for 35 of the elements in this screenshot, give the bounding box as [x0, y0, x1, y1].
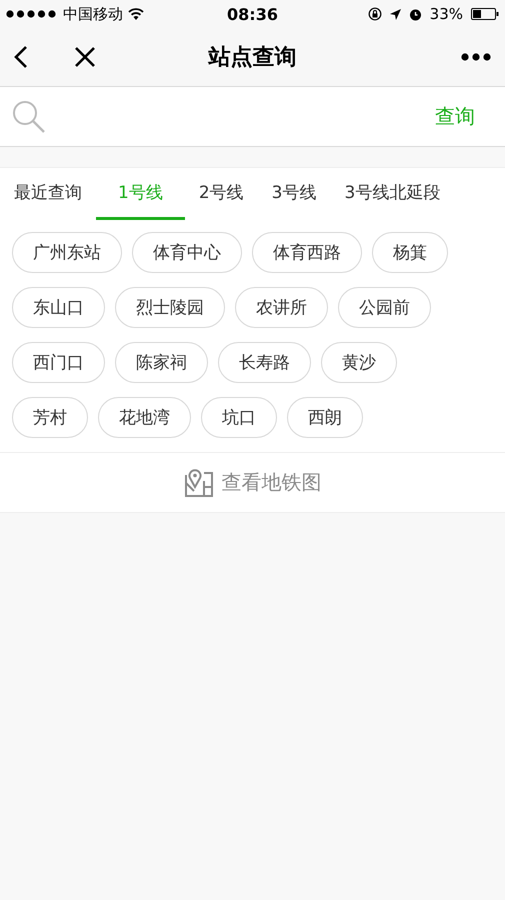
station-chip[interactable]: 广州东站: [12, 232, 122, 273]
station-chip[interactable]: 黄沙: [321, 342, 397, 383]
more-icon: [461, 53, 491, 61]
location-arrow-icon: [390, 8, 401, 20]
wifi-icon: [128, 8, 144, 20]
station-chip[interactable]: 西门口: [12, 342, 105, 383]
line-tab[interactable]: 2号线: [184, 168, 258, 220]
clock-time: 08:36: [227, 4, 278, 24]
line-tab[interactable]: 3号线: [258, 168, 330, 220]
line-tab[interactable]: 3号线北延段: [330, 168, 454, 220]
station-chip[interactable]: 公园前: [338, 287, 431, 328]
chevron-left-icon: [14, 45, 28, 69]
page-title: 站点查询: [208, 44, 296, 72]
station-chip[interactable]: 农讲所: [235, 287, 328, 328]
station-chip[interactable]: 东山口: [12, 287, 105, 328]
station-chip[interactable]: 体育中心: [132, 232, 242, 273]
search-icon: [12, 100, 46, 134]
battery-icon: [471, 8, 499, 20]
map-pin-icon: [184, 468, 214, 496]
station-chip[interactable]: 坑口: [201, 397, 277, 438]
rotation-lock-icon: [368, 7, 382, 21]
station-chip[interactable]: 杨箕: [372, 232, 448, 273]
close-icon: [74, 46, 96, 68]
station-chip[interactable]: 长寿路: [218, 342, 311, 383]
station-chip[interactable]: 西朗: [287, 397, 363, 438]
station-chip[interactable]: 芳村: [12, 397, 88, 438]
line-tab[interactable]: 最近查询: [0, 168, 96, 220]
station-chip[interactable]: 烈士陵园: [115, 287, 225, 328]
battery-percent: 33%: [430, 5, 463, 23]
carrier-name: 中国移动: [63, 4, 123, 24]
alarm-clock-icon: [408, 8, 422, 20]
signal-icon: [6, 10, 58, 18]
station-chip[interactable]: 陈家祠: [115, 342, 208, 383]
station-chip[interactable]: 体育西路: [252, 232, 362, 273]
station-chip[interactable]: 花地湾: [98, 397, 191, 438]
